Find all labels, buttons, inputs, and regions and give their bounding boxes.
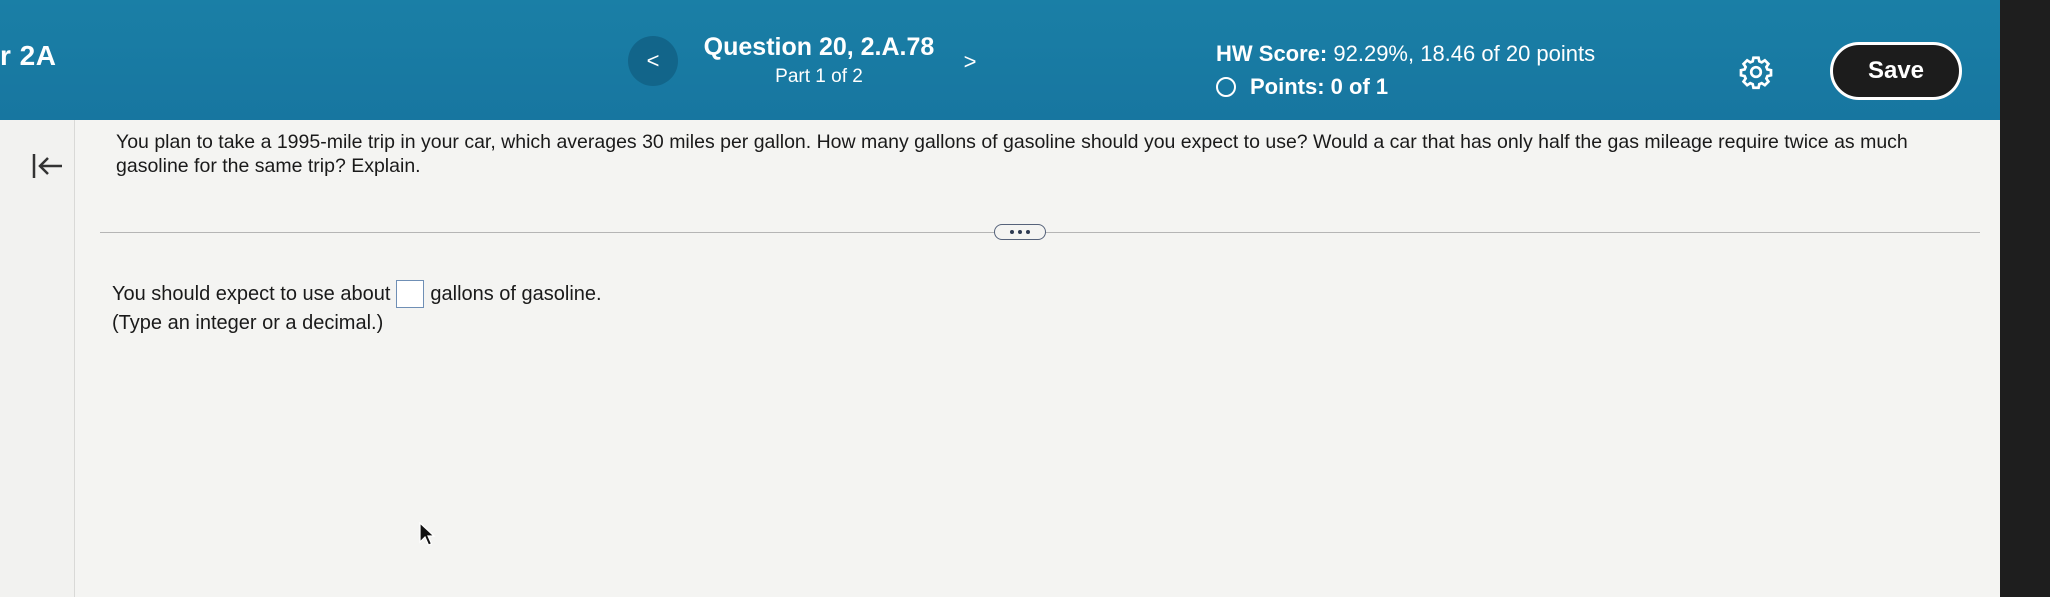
score-block: HW Score: 92.29%, 18.46 of 20 points Poi… <box>1216 40 1595 100</box>
save-button[interactable]: Save <box>1830 42 1962 100</box>
course-label: r 2A <box>0 40 57 71</box>
more-dots-icon[interactable] <box>994 224 1046 240</box>
chevron-left-icon: < <box>646 48 660 73</box>
question-part: Part 1 of 2 <box>775 66 863 87</box>
next-question-button[interactable]: > <box>950 42 990 82</box>
gear-icon[interactable] <box>1738 54 1774 90</box>
previous-question-button[interactable]: < <box>628 36 678 86</box>
question-title: Question 20, 2.A.78 <box>703 33 935 61</box>
mouse-pointer-icon <box>419 522 436 546</box>
answer-prefix: You should expect to use about <box>112 282 391 305</box>
left-rail <box>0 120 75 597</box>
question-info: Question 20, 2.A.78 Part 1 of 2 <box>694 32 944 90</box>
app-window: r 2A < Question 20, 2.A.78 Part 1 of 2 >… <box>0 0 2000 597</box>
points-label: Points: 0 of 1 <box>1250 74 1389 99</box>
hw-score-label: HW Score: <box>1216 41 1328 66</box>
header-bar: r 2A < Question 20, 2.A.78 Part 1 of 2 >… <box>0 0 2000 120</box>
answer-hint: (Type an integer or a decimal.) <box>112 312 384 334</box>
hw-score: HW Score: 92.29%, 18.46 of 20 points <box>1216 40 1595 68</box>
answer-input[interactable] <box>396 280 425 308</box>
answer-line: You should expect to use about gallons o… <box>112 280 602 308</box>
hw-score-value: 92.29%, 18.46 of 20 points <box>1333 41 1596 66</box>
question-text: You plan to take a 1995-mile trip in you… <box>116 131 1908 177</box>
screen-bezel <box>2000 0 2050 597</box>
collapse-left-icon[interactable] <box>28 146 68 186</box>
points-row: Points: 0 of 1 <box>1216 74 1595 100</box>
answer-suffix: gallons of gasoline. <box>430 282 602 305</box>
points-status-icon <box>1216 77 1236 97</box>
chevron-right-icon: > <box>963 49 977 74</box>
